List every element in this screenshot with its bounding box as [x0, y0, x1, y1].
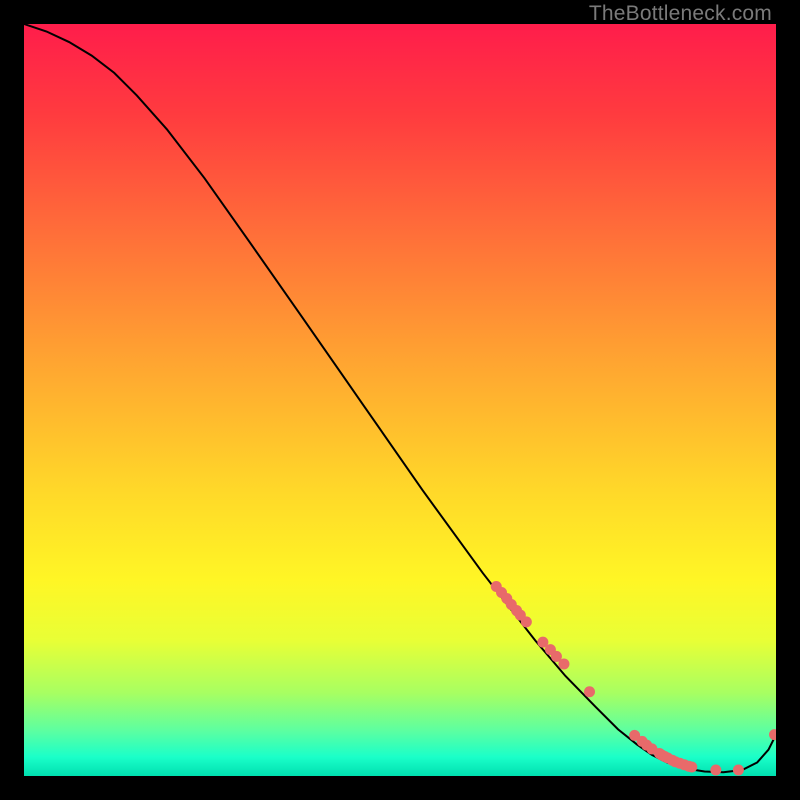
scatter-point	[558, 658, 569, 669]
scatter-point	[710, 764, 721, 775]
chart-stage: TheBottleneck.com	[0, 0, 800, 800]
gradient-background	[24, 24, 776, 776]
scatter-point	[584, 686, 595, 697]
chart-plot	[24, 24, 776, 776]
watermark-text: TheBottleneck.com	[589, 2, 772, 26]
scatter-point	[733, 764, 744, 775]
scatter-point	[686, 761, 697, 772]
scatter-point	[521, 616, 532, 627]
